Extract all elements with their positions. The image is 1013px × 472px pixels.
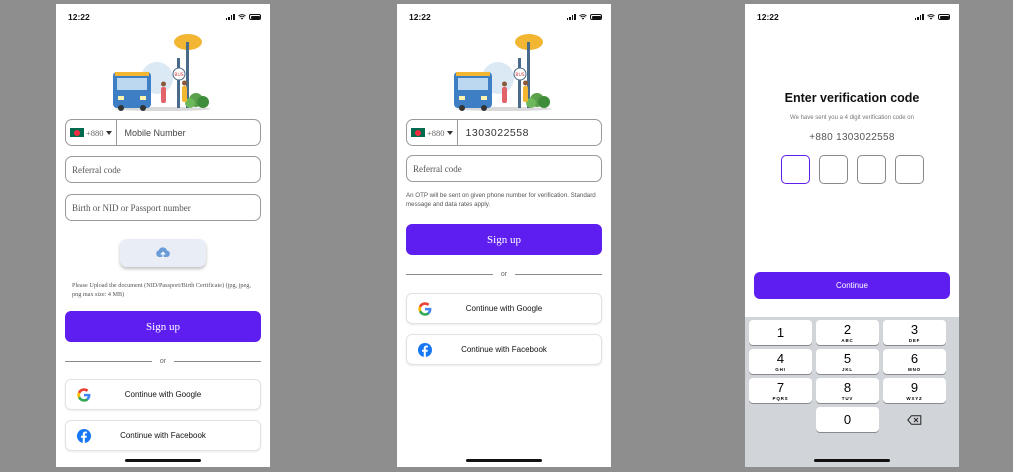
- bangladesh-flag-icon: [411, 128, 425, 137]
- home-indicator[interactable]: [466, 459, 542, 462]
- country-code-selector[interactable]: +880: [411, 120, 458, 145]
- numeric-keypad: 1 2 ABC 3 DEF 4 GHI 5 JKL 6 MNO 7 PQRS 8 TUV 9W…: [745, 317, 959, 467]
- country-code-selector[interactable]: +880: [70, 120, 117, 145]
- continue-with-facebook-button[interactable]: Continue with Facebook: [65, 420, 261, 451]
- svg-text:BUS: BUS: [515, 72, 524, 78]
- mobile-number-field[interactable]: +880 1303022558: [406, 119, 602, 146]
- backspace-icon: [907, 414, 922, 425]
- signup-button[interactable]: Sign up: [65, 311, 261, 342]
- continue-button[interactable]: Continue: [754, 272, 950, 299]
- chevron-down-icon: [105, 130, 112, 135]
- battery-icon: [938, 14, 950, 20]
- wifi-icon: [579, 14, 587, 20]
- otp-input-group: [781, 155, 924, 184]
- continue-with-google-button[interactable]: Continue with Google: [65, 379, 261, 410]
- status-bar: 12:22: [745, 12, 959, 24]
- wifi-icon: [927, 14, 935, 20]
- signup-button[interactable]: Sign up: [406, 224, 602, 255]
- otp-digit-4[interactable]: [895, 155, 924, 184]
- or-divider: or: [65, 356, 262, 366]
- facebook-icon: [77, 429, 91, 443]
- home-indicator[interactable]: [125, 459, 201, 462]
- id-number-field[interactable]: Birth or NID or Passport number: [65, 194, 261, 221]
- status-time: 12:22: [68, 12, 90, 22]
- signal-icon: [914, 14, 924, 20]
- verification-phone-number: +880 1303022558: [809, 132, 895, 143]
- otp-digit-1[interactable]: [781, 155, 810, 184]
- signal-icon: [566, 14, 576, 20]
- battery-icon: [590, 14, 602, 20]
- continue-with-facebook-button[interactable]: Continue with Facebook: [406, 334, 602, 365]
- key-2[interactable]: 2 ABC: [816, 320, 879, 345]
- key-7[interactable]: 7 PQRS: [749, 378, 812, 403]
- google-icon: [418, 302, 432, 316]
- signal-icon: [225, 14, 235, 20]
- referral-code-field[interactable]: Referral code: [65, 156, 261, 183]
- key-6[interactable]: 6 MNO: [883, 349, 946, 374]
- svg-text:BUS: BUS: [174, 72, 183, 78]
- status-time: 12:22: [409, 12, 431, 22]
- google-icon: [77, 388, 91, 402]
- bus-stop-illustration: BUS: [113, 34, 211, 111]
- mobile-number-field[interactable]: +880 Mobile Number: [65, 119, 261, 146]
- key-9[interactable]: 9 WXYZ: [883, 378, 946, 403]
- signup-screen-1: 12:22 BUS +880 Mobile Number Referral co…: [56, 4, 270, 467]
- referral-code-field[interactable]: Referral code: [406, 155, 602, 182]
- bus-stop-illustration: BUS: [454, 34, 552, 111]
- status-time: 12:22: [757, 12, 779, 22]
- otp-digit-2[interactable]: [819, 155, 848, 184]
- page-title: Enter verification code: [784, 91, 920, 105]
- otp-note: An OTP will be sent on given phone numbe…: [406, 192, 596, 209]
- mobile-number-value: 1303022558: [465, 126, 529, 139]
- otp-digit-3[interactable]: [857, 155, 886, 184]
- facebook-icon: [418, 343, 432, 357]
- key-0[interactable]: 0: [816, 407, 879, 432]
- wifi-icon: [238, 14, 246, 20]
- or-divider: or: [406, 269, 603, 279]
- status-bar: 12:22: [56, 12, 270, 24]
- continue-with-google-button[interactable]: Continue with Google: [406, 293, 602, 324]
- chevron-down-icon: [446, 130, 453, 135]
- bangladesh-flag-icon: [70, 128, 84, 137]
- status-bar: 12:22: [397, 12, 611, 24]
- key-1[interactable]: 1: [749, 320, 812, 345]
- mobile-number-placeholder: Mobile Number: [124, 127, 186, 138]
- verification-screen: 12:22 Enter verification code We have se…: [745, 4, 959, 467]
- signup-screen-2: 12:22 BUS +880 1303022558 Referral code …: [397, 4, 611, 467]
- upload-cloud-icon: [156, 247, 170, 259]
- key-8[interactable]: 8 TUV: [816, 378, 879, 403]
- key-3[interactable]: 3 DEF: [883, 320, 946, 345]
- backspace-key[interactable]: [883, 407, 946, 432]
- key-4[interactable]: 4 GHI: [749, 349, 812, 374]
- upload-note: Please Upload the document (NID/Passport…: [72, 282, 251, 299]
- upload-document-button[interactable]: [120, 239, 206, 267]
- home-indicator[interactable]: [814, 459, 890, 462]
- key-5[interactable]: 5 JKL: [816, 349, 879, 374]
- battery-icon: [249, 14, 261, 20]
- verification-subtitle: We have sent you a 4 digit verification …: [790, 115, 914, 121]
